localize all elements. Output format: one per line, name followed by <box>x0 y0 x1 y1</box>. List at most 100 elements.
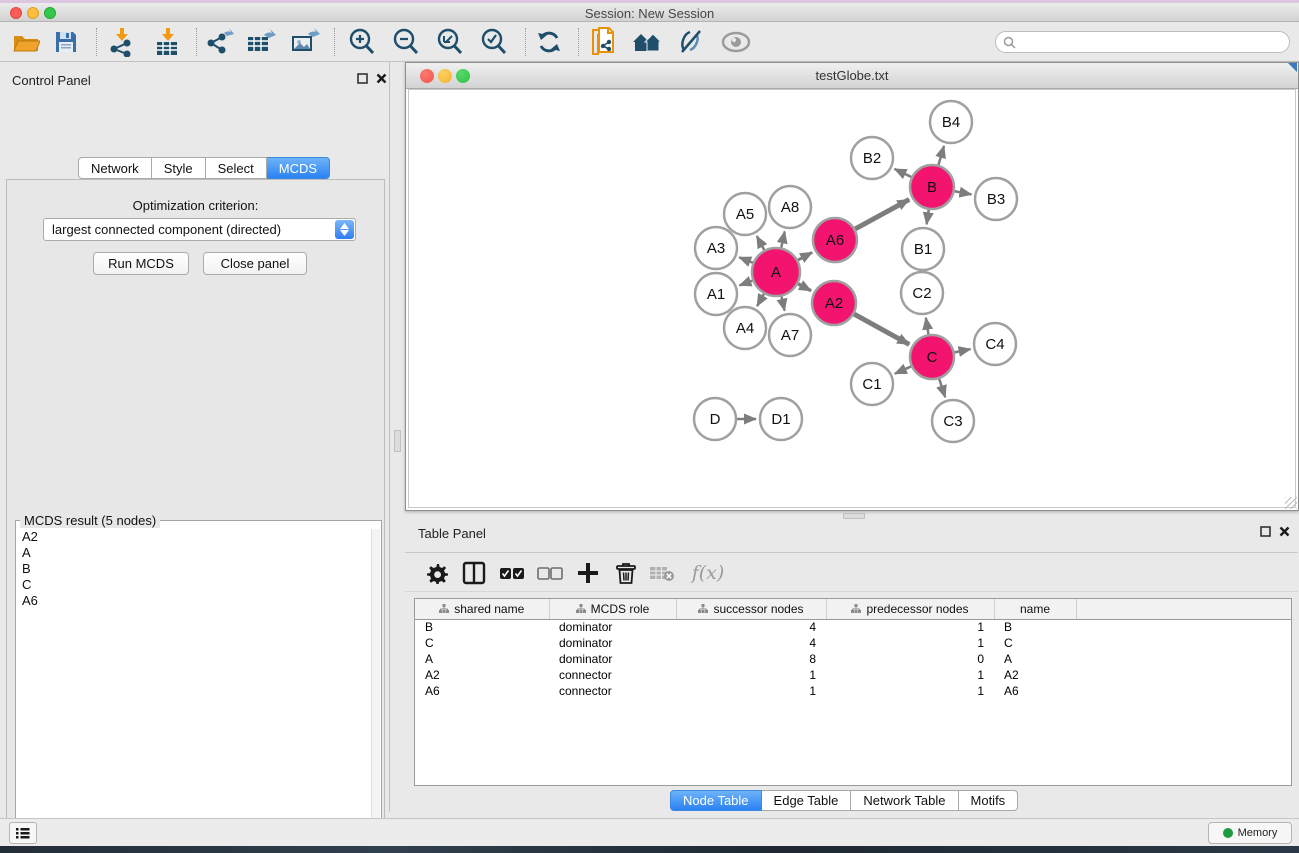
export-network-icon[interactable] <box>201 25 237 59</box>
app-title: Session: New Session <box>0 6 1299 21</box>
export-image-icon[interactable] <box>287 25 323 59</box>
show-columns-icon[interactable] <box>459 558 489 588</box>
criterion-dropdown[interactable]: largest connected component (directed) <box>43 218 356 241</box>
edge-B-B2[interactable] <box>895 169 912 177</box>
edge-C-C4[interactable] <box>955 349 971 352</box>
tab-network-table[interactable]: Network Table <box>851 790 958 811</box>
tab-mcds[interactable]: MCDS <box>267 157 330 179</box>
edge-A-A7[interactable] <box>781 296 784 310</box>
add-row-icon[interactable] <box>573 558 603 588</box>
column-header-shared-name[interactable]: shared name <box>415 599 549 619</box>
zoom-in-icon[interactable] <box>344 25 380 59</box>
column-header-predecessor-nodes[interactable]: predecessor nodes <box>826 599 994 619</box>
horizontal-splitter-grip[interactable] <box>843 513 865 519</box>
table-settings-icon[interactable] <box>422 558 452 588</box>
edge-A6-B[interactable] <box>855 199 909 229</box>
control-panel: Control Panel Network Style Select MCDS … <box>0 62 390 812</box>
result-item[interactable]: C <box>22 577 372 593</box>
close-panel-button[interactable]: Close panel <box>203 252 307 275</box>
zoom-fit-icon[interactable] <box>432 25 468 59</box>
edge-A-A1[interactable] <box>739 281 752 286</box>
edge-A-A5[interactable] <box>757 236 764 250</box>
node-label-A8: A8 <box>781 199 799 216</box>
optimization-criterion-label: Optimization criterion: <box>7 198 384 213</box>
table-row[interactable]: A2connector11A2 <box>415 667 1291 683</box>
node-table[interactable]: shared name MCDS role successor nodes pr… <box>414 598 1292 786</box>
result-item[interactable]: A <box>22 545 372 561</box>
edge-B-B1[interactable] <box>927 210 929 224</box>
tab-node-table[interactable]: Node Table <box>670 790 762 811</box>
edge-A-A4[interactable] <box>757 294 764 306</box>
home-icon[interactable] <box>629 25 665 59</box>
import-table-icon[interactable] <box>149 25 185 59</box>
select-all-checks-icon[interactable] <box>497 558 527 588</box>
column-header-successor-nodes[interactable]: successor nodes <box>676 599 826 619</box>
edge-A-A3[interactable] <box>739 257 753 262</box>
tab-select[interactable]: Select <box>206 157 267 179</box>
app-titlebar[interactable]: Session: New Session <box>0 3 1299 22</box>
save-session-icon[interactable] <box>48 25 84 59</box>
search-field[interactable] <box>995 31 1290 53</box>
result-scrollbar[interactable] <box>371 529 380 853</box>
result-item[interactable]: A6 <box>22 593 372 609</box>
task-history-button[interactable] <box>9 822 37 844</box>
result-item[interactable]: B <box>22 561 372 577</box>
column-header-name[interactable]: name <box>994 599 1076 619</box>
toolbar-separator <box>196 28 197 56</box>
edge-A-A2[interactable] <box>798 284 811 291</box>
network-canvas[interactable]: AA1A2A3A4A5A6A7A8BB1B2B3B4CC1C2C3C4DD1 <box>408 89 1296 508</box>
zoom-selected-icon[interactable] <box>476 25 512 59</box>
close-table-panel-icon[interactable] <box>1279 526 1290 537</box>
node-label-A7: A7 <box>781 327 799 344</box>
edge-B-B3[interactable] <box>955 191 972 194</box>
zoom-out-icon[interactable] <box>388 25 424 59</box>
node-label-C2: C2 <box>912 285 931 302</box>
mcds-result-list[interactable]: A2 A B C A6 <box>17 529 372 853</box>
memory-button[interactable]: Memory <box>1208 822 1292 844</box>
tab-edge-table[interactable]: Edge Table <box>762 790 852 811</box>
run-mcds-button[interactable]: Run MCDS <box>93 252 189 275</box>
edge-A-A8[interactable] <box>781 231 784 247</box>
node-label-B: B <box>927 179 937 196</box>
delete-table-icon[interactable] <box>647 558 677 588</box>
result-item[interactable]: A2 <box>22 529 372 545</box>
birds-eye-corner-icon[interactable] <box>1288 63 1297 72</box>
clone-network-icon[interactable] <box>586 25 622 59</box>
export-table-icon[interactable] <box>243 25 279 59</box>
delete-row-icon[interactable] <box>611 558 641 588</box>
dropdown-stepper-icon[interactable] <box>335 220 354 239</box>
table-row[interactable]: A6connector11A6 <box>415 683 1291 699</box>
edge-C-C1[interactable] <box>895 366 911 373</box>
column-header-filler <box>1076 599 1291 619</box>
table-row[interactable]: Cdominator41C <box>415 635 1291 651</box>
tab-style[interactable]: Style <box>152 157 206 179</box>
float-table-panel-icon[interactable] <box>1260 526 1271 537</box>
search-input[interactable] <box>1020 35 1270 49</box>
tab-motifs[interactable]: Motifs <box>959 790 1019 811</box>
network-window-titlebar[interactable]: testGlobe.txt <box>406 63 1298 89</box>
vertical-splitter-grip[interactable] <box>394 430 401 452</box>
table-row[interactable]: Bdominator41B <box>415 619 1291 635</box>
table-row[interactable]: Adominator80A <box>415 651 1291 667</box>
float-panel-icon[interactable] <box>357 73 368 84</box>
tab-network[interactable]: Network <box>78 157 152 179</box>
edge-C-C2[interactable] <box>926 318 929 335</box>
edge-A-A6[interactable] <box>798 252 812 260</box>
task-list-icon <box>16 827 30 839</box>
edge-B-B4[interactable] <box>938 146 944 165</box>
column-header-mcds-role[interactable]: MCDS role <box>549 599 676 619</box>
show-graphics-icon[interactable] <box>718 25 754 59</box>
edge-C-C3[interactable] <box>939 379 945 397</box>
network-view-window[interactable]: testGlobe.txt AA1A2A3A4A5A6A7A8BB1B2B3B4… <box>405 62 1299 511</box>
clear-checks-icon[interactable] <box>535 558 565 588</box>
refresh-layout-icon[interactable] <box>531 25 567 59</box>
hide-details-icon[interactable] <box>673 25 709 59</box>
import-network-icon[interactable] <box>103 25 139 59</box>
close-panel-icon[interactable] <box>376 73 387 84</box>
table-panel: Table Panel f(x) <box>391 520 1299 812</box>
edge-A2-C[interactable] <box>854 314 909 344</box>
window-resize-grip[interactable] <box>1285 497 1297 509</box>
function-builder-icon[interactable]: f(x) <box>686 558 730 588</box>
column-type-icon <box>851 604 861 613</box>
open-file-icon[interactable] <box>8 25 44 59</box>
